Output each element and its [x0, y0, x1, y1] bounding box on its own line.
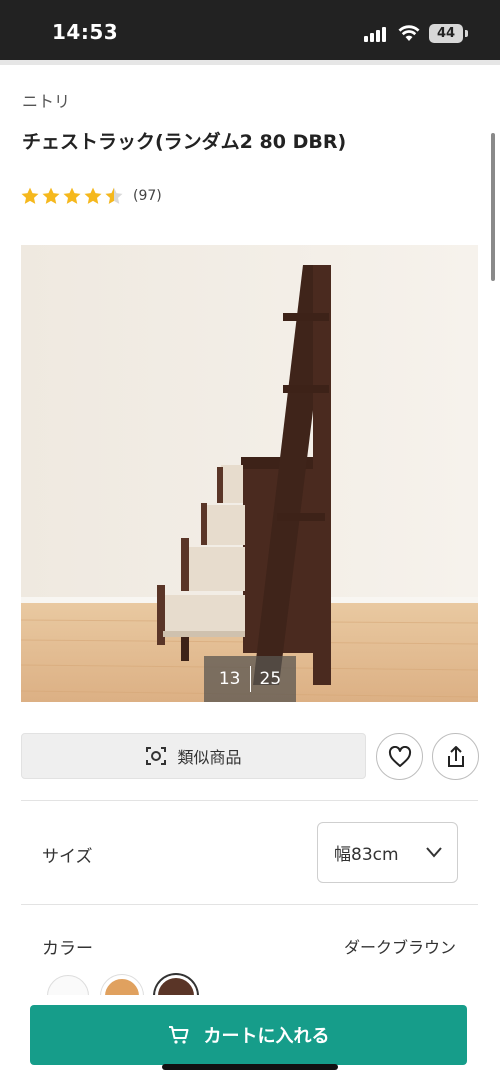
share-icon — [447, 745, 464, 767]
home-indicator[interactable] — [162, 1064, 338, 1070]
status-bar: 14:53 44 — [0, 0, 500, 60]
product-title: チェストラック(ランダム2 80 DBR) — [22, 131, 347, 153]
wifi-icon — [398, 25, 420, 41]
status-time: 14:53 — [52, 20, 119, 44]
cart-icon — [168, 1026, 188, 1044]
similar-products-label: 類似商品 — [177, 748, 242, 767]
product-photo — [21, 245, 478, 702]
battery-icon: 44 — [429, 24, 463, 43]
section-divider — [21, 800, 478, 801]
brand-name[interactable]: ニトリ — [22, 88, 70, 112]
section-divider — [21, 904, 478, 905]
star-icon — [42, 187, 60, 204]
rating[interactable]: (97) — [20, 185, 162, 207]
add-to-cart-button[interactable]: カートに入れる — [30, 1005, 467, 1065]
header-divider — [0, 60, 500, 65]
chevron-down-icon — [426, 847, 442, 858]
share-button[interactable] — [432, 733, 479, 780]
rating-stars — [20, 186, 125, 206]
similar-products-button[interactable]: 類似商品 — [21, 733, 366, 779]
image-total: 25 — [259, 669, 282, 689]
image-counter: 13 25 — [204, 656, 296, 702]
half-star-icon — [105, 187, 123, 204]
image-index: 13 — [218, 669, 241, 689]
heart-icon — [388, 745, 411, 767]
scan-icon — [146, 747, 167, 765]
size-value: 幅83cm — [334, 845, 399, 865]
favorite-button[interactable] — [376, 733, 423, 780]
star-icon — [63, 187, 81, 204]
battery-nub — [465, 30, 468, 37]
color-label: カラー — [42, 939, 93, 959]
star-icon — [84, 187, 102, 204]
review-count[interactable]: (97) — [133, 188, 162, 204]
product-image[interactable] — [21, 245, 478, 702]
add-to-cart-label: カートに入れる — [203, 1026, 330, 1047]
scrollbar[interactable] — [491, 133, 495, 281]
counter-separator — [249, 666, 251, 692]
star-icon — [21, 187, 39, 204]
size-label: サイズ — [42, 847, 93, 867]
cellular-signal-icon — [364, 26, 390, 42]
size-select[interactable]: 幅83cm — [317, 822, 458, 883]
color-value: ダークブラウン — [343, 938, 456, 957]
